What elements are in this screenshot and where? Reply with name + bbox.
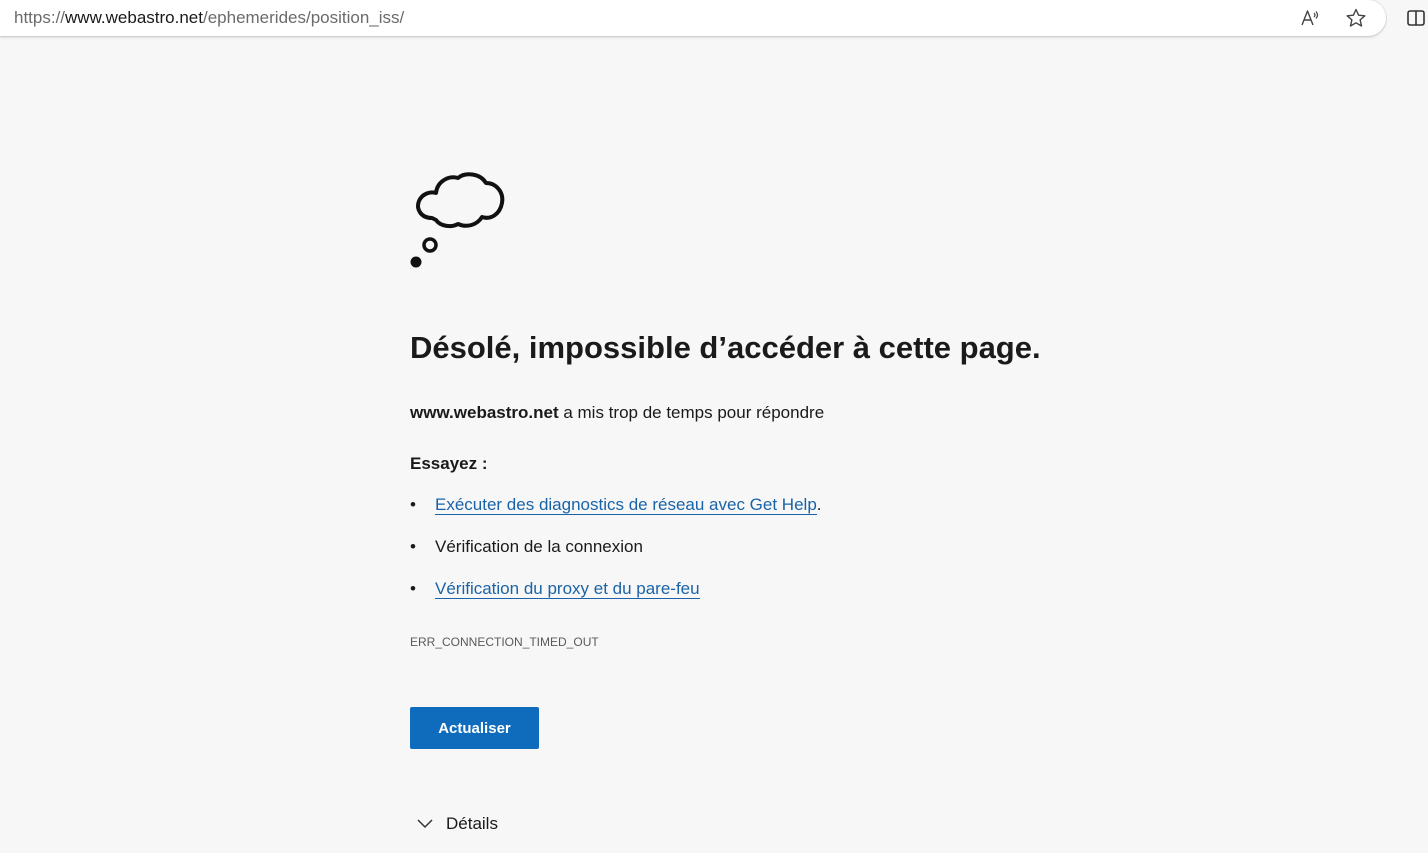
page-title: Désolé, impossible d’accéder à cette pag…: [410, 330, 1041, 365]
error-host: www.webastro.net: [410, 403, 559, 422]
error-message: www.webastro.net a mis trop de temps pou…: [410, 403, 824, 423]
favorite-star-icon[interactable]: [1344, 6, 1368, 30]
check-connection-text: Vérification de la connexion: [435, 537, 643, 556]
split-screen-icon[interactable]: [1404, 6, 1428, 30]
details-toggle[interactable]: Détails: [416, 814, 498, 834]
proxy-firewall-link[interactable]: Vérification du proxy et du pare-feu: [435, 579, 700, 599]
browser-toolbar: https://www.webastro.net/ephemerides/pos…: [0, 0, 1428, 40]
network-diagnostics-link[interactable]: Exécuter des diagnostics de réseau avec …: [435, 495, 817, 515]
thought-cloud-icon: [410, 170, 506, 270]
address-bar[interactable]: https://www.webastro.net/ephemerides/pos…: [0, 0, 1386, 36]
error-message-text: a mis trop de temps pour répondre: [558, 403, 825, 422]
bullet: •: [410, 579, 416, 598]
try-heading: Essayez :: [410, 454, 488, 473]
url-path: /ephemerides/position_iss/: [202, 8, 405, 27]
details-label: Détails: [446, 814, 498, 833]
url-text[interactable]: https://www.webastro.net/ephemerides/pos…: [14, 8, 404, 28]
chevron-down-icon: [417, 819, 433, 829]
url-scheme: https://: [14, 8, 66, 27]
read-aloud-icon[interactable]: [1298, 6, 1322, 30]
error-code: ERR_CONNECTION_TIMED_OUT: [410, 635, 599, 649]
suggestion-suffix: .: [816, 495, 822, 514]
bullet: •: [410, 495, 416, 514]
bullet: •: [410, 537, 416, 556]
refresh-button[interactable]: Actualiser: [410, 707, 539, 749]
url-host: www.webastro.net: [65, 8, 203, 27]
